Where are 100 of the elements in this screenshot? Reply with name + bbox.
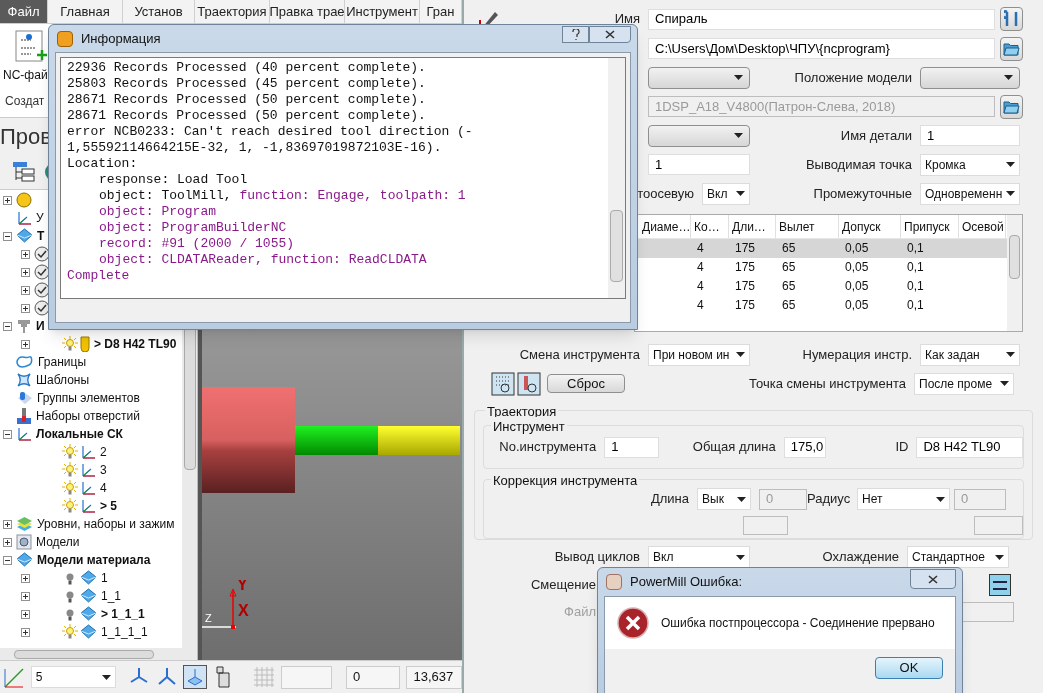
log-line: record: #91 (2000 / 1055) — [99, 236, 296, 252]
group-label: Создат — [5, 93, 45, 110]
group-title: Инструмент — [491, 417, 567, 437]
table-cell-text: 0,05 — [844, 278, 870, 295]
input-field[interactable]: 1 — [648, 154, 750, 175]
workplane-dropdown[interactable]: 5 — [30, 666, 116, 688]
log-line: 22936 Records Processed (40 percent complete). — [67, 60, 427, 76]
nc-file-button[interactable]: NC-фай — [5, 30, 49, 84]
coordinate-field: 13,637 — [406, 665, 462, 689]
table-cell-text: 0,1 — [906, 259, 925, 276]
table-row[interactable]: 4 175 65 0,05 0,1 — [635, 239, 1007, 258]
tree-item[interactable]: Т — [0, 227, 45, 245]
ribbon-tab[interactable]: Правка трае — [270, 0, 345, 23]
ribbon-tab[interactable]: Инструмент — [345, 0, 420, 23]
path-field[interactable]: C:\Users\Дом\Desktop\ЧПУ\{ncprogram} — [648, 38, 995, 59]
tree-item[interactable]: 1_1 — [0, 587, 122, 605]
ribbon-tab[interactable]: Установ — [123, 0, 195, 23]
dropdown[interactable]: Стандартное — [907, 546, 1009, 568]
input-field[interactable]: D8 H42 TL90 — [916, 436, 1023, 458]
tree-item[interactable]: Группы элементов — [0, 389, 140, 407]
field-label: Охлаждение — [821, 548, 900, 567]
field-label: Имя — [613, 10, 641, 29]
column-header[interactable]: Допуск — [839, 215, 901, 238]
tree-item[interactable]: 1 — [0, 569, 108, 587]
log-line: 25803 Records Processed (45 percent complete). — [67, 76, 427, 92]
dropdown[interactable]: После проме — [914, 372, 1014, 395]
column-header[interactable]: Ко… — [691, 215, 729, 238]
table-cell-text: 0,1 — [906, 240, 925, 257]
column-header[interactable]: Осевой — [959, 215, 1006, 238]
part-name-field[interactable]: 1 — [920, 125, 1020, 146]
field-label: Радиус — [807, 490, 852, 509]
reset-button[interactable]: Сброс — [547, 374, 625, 393]
log-line: object: ProgramBuilderNC — [99, 220, 288, 236]
log-line: object: Program — [99, 204, 218, 220]
table-cell-text: 0,1 — [906, 278, 925, 295]
log-line: object: ToolMill, function: Engage, toolpath: 1 — [99, 188, 467, 204]
dropdown[interactable]: Как задан — [920, 343, 1020, 366]
tree-item[interactable]: > D8 H42 TL90 — [0, 335, 177, 353]
field-label: Имя детали — [839, 126, 913, 145]
field-label: Смещение — [530, 575, 597, 594]
input-field[interactable]: 1 — [604, 436, 659, 458]
field-label: Выводимая точка — [804, 155, 913, 174]
tree-item[interactable]: У — [0, 209, 44, 227]
table-cell-text: 65 — [781, 240, 797, 257]
dropdown[interactable]: Одновременн — [920, 182, 1020, 205]
input-field[interactable]: 175,0 — [783, 436, 826, 458]
tree-item[interactable]: 1_1_1_1 — [0, 623, 148, 641]
tree-item[interactable]: Модели материала — [0, 551, 151, 569]
table-cell-text: 4 — [696, 297, 705, 314]
ribbon-tab[interactable]: Траектория — [195, 0, 270, 23]
tree-item[interactable]: Модели — [0, 533, 80, 551]
log-line: Location: — [67, 156, 139, 172]
table-cell-text: 175 — [734, 297, 757, 314]
coordinate-field: 0 — [345, 665, 401, 689]
tree-item[interactable]: 2 — [0, 443, 107, 461]
ok-button[interactable]: OK — [875, 657, 943, 679]
field-label: No.инструмента — [498, 438, 598, 457]
field-label: Нумерация инстр. — [801, 345, 913, 364]
dropdown[interactable]: Кромка — [920, 153, 1020, 176]
axis-label: X — [238, 602, 249, 619]
table-cell-text: 4 — [696, 240, 705, 257]
table-cell-text: 175 — [734, 259, 757, 276]
window-title: Информация — [81, 29, 161, 48]
tree-item[interactable]: Границы — [0, 353, 86, 371]
table-cell-text: 0,05 — [844, 259, 870, 276]
column-header[interactable]: Припуск — [901, 215, 959, 238]
field-label: Положение модели — [793, 68, 913, 87]
dropdown[interactable]: Вык — [697, 488, 751, 510]
log-line: response: Load Tool — [99, 172, 249, 188]
tree-item[interactable]: > 1_1_1 — [0, 605, 145, 623]
tree-item[interactable]: Шаблоны — [0, 371, 90, 389]
ribbon-tab[interactable]: Главная — [48, 0, 123, 23]
log-line: object: CLDATAReader, function: ReadCLDATA — [99, 252, 428, 268]
dropdown[interactable]: Вкл — [648, 546, 750, 568]
table-cell-text: 65 — [781, 297, 797, 314]
field-label: Вывод циклов — [553, 548, 641, 567]
table-cell-text: 65 — [781, 278, 797, 295]
tree-item[interactable]: 3 — [0, 461, 107, 479]
tree-item[interactable]: > 5 — [0, 497, 117, 515]
tree-item[interactable]: Уровни, наборы и зажим — [0, 515, 175, 533]
dropdown[interactable]: Вкл — [702, 182, 750, 205]
field-label: ID — [894, 438, 910, 457]
dropdown[interactable]: При новом ин — [648, 343, 750, 366]
table-cell-text: 0,05 — [844, 297, 870, 314]
tree-item[interactable]: И — [0, 317, 45, 335]
column-header[interactable]: Дли… — [729, 215, 776, 238]
tree-item[interactable]: Локальные СК — [0, 425, 123, 443]
table-cell-text: 175 — [734, 278, 757, 295]
column-header[interactable]: Диаме… — [639, 215, 691, 238]
name-field[interactable]: Спираль — [648, 8, 995, 30]
tree-item[interactable]: 4 — [0, 479, 107, 497]
table-cell-text: 4 — [696, 259, 705, 276]
tree-item[interactable]: Наборы отверстий — [0, 407, 140, 425]
log-line: Complete — [67, 268, 131, 284]
field-label: Файл — [563, 603, 597, 622]
field-label: Длина — [649, 490, 690, 509]
column-header[interactable]: Вылет — [776, 215, 839, 238]
table-cell-text: 175 — [734, 240, 757, 257]
field-label: Точка смены инструмента — [748, 374, 907, 393]
dropdown[interactable]: Нет — [857, 488, 950, 510]
